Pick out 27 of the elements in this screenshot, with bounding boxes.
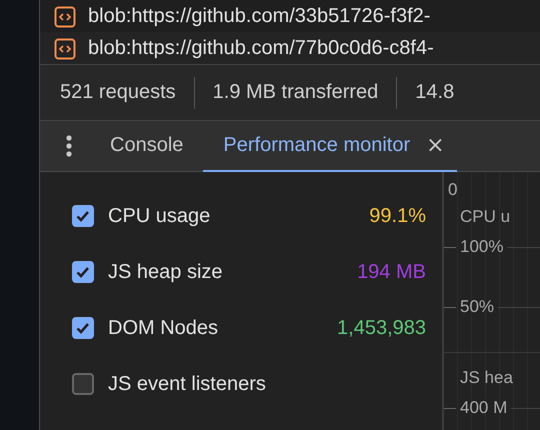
code-file-icon [54, 38, 76, 60]
summary-text: 14.8 [415, 81, 454, 104]
tab[interactable]: Console [90, 121, 204, 172]
axis-label: 50% [460, 297, 494, 317]
checkmark-icon [76, 266, 90, 278]
chart-title: JS hea [460, 368, 513, 388]
checkbox[interactable] [72, 205, 94, 227]
metric-value: 1,453,983 [337, 316, 426, 340]
more-icon[interactable] [66, 135, 72, 157]
checkbox[interactable] [72, 317, 94, 339]
summary-text: 1.9 MB transferred [212, 81, 378, 104]
metric-label: JS event listeners [108, 372, 267, 396]
axis-label: 400 M [460, 398, 508, 418]
code-file-icon [54, 6, 76, 28]
checkmark-icon [76, 322, 90, 334]
axis-label: 100% [460, 237, 504, 257]
checkbox[interactable] [72, 261, 94, 283]
metric-label: CPU usage [108, 204, 212, 228]
axis-label: 0 [448, 180, 458, 199]
metric-value: 99.1% [369, 204, 426, 228]
metric-label: DOM Nodes [108, 316, 220, 340]
metric-value: 194 MB [357, 260, 426, 284]
checkmark-icon [76, 210, 90, 222]
metric-label: JS heap size [108, 260, 224, 284]
chart-title: CPU u [460, 207, 510, 227]
checkbox[interactable] [72, 373, 94, 395]
summary-text: 521 requests [60, 81, 176, 104]
